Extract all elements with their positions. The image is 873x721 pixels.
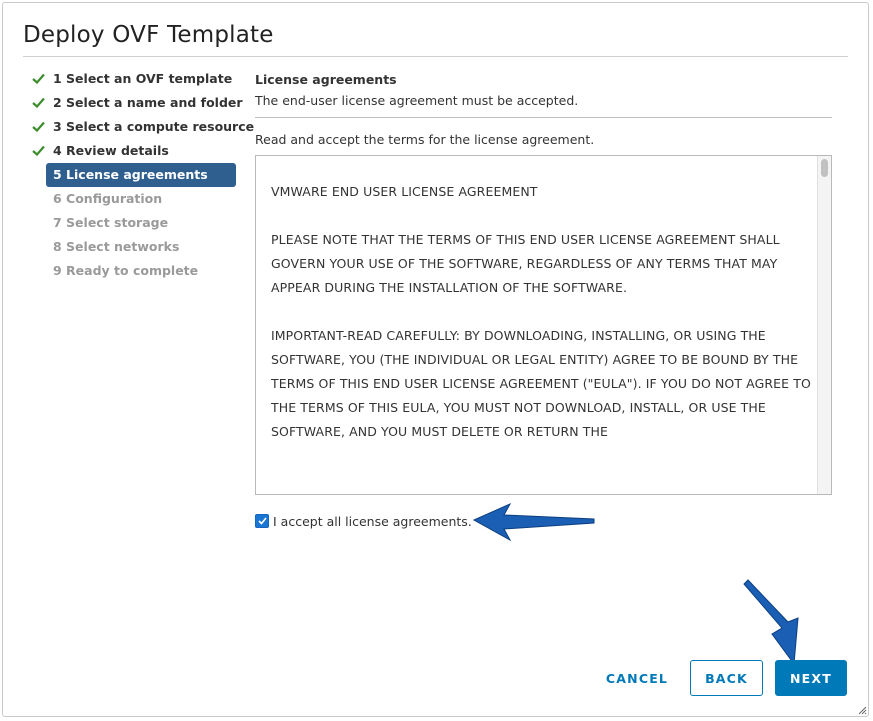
eula-paragraph: PLEASE NOTE THAT THE TERMS OF THIS END U…: [271, 232, 780, 295]
step-label: 9 Ready to complete: [53, 263, 199, 278]
step-label: 8 Select networks: [53, 239, 180, 254]
step-review-details[interactable]: 4 Review details: [30, 139, 240, 163]
instructions-text: Read and accept the terms for the licens…: [255, 132, 595, 147]
step-label: 4 Review details: [53, 143, 169, 158]
step-select-name-folder[interactable]: 2 Select a name and folder: [30, 91, 243, 115]
step-label: 7 Select storage: [53, 215, 169, 230]
step-configuration: 6 Configuration: [30, 187, 240, 211]
step-ready-to-complete: 9 Ready to complete: [30, 259, 240, 283]
resize-grip-icon[interactable]: [858, 706, 867, 715]
eula-text: VMWARE END USER LICENSE AGREEMENT PLEASE…: [271, 180, 811, 468]
annotation-arrow-icon: [472, 502, 595, 542]
step-select-ovf-template[interactable]: 1 Select an OVF template: [30, 67, 240, 91]
wizard-steps: 1 Select an OVF template 2 Select a name…: [30, 67, 254, 283]
step-label: 1 Select an OVF template: [53, 71, 233, 86]
step-label: 6 Configuration: [53, 191, 163, 206]
accept-license-checkbox[interactable]: [255, 514, 269, 528]
annotation-arrow-icon: [743, 579, 799, 666]
cancel-button[interactable]: CANCEL: [598, 660, 676, 696]
step-content: License agreements The end-user license …: [255, 70, 832, 147]
step-license-agreements[interactable]: 5 License agreements: [46, 163, 236, 187]
check-icon: [32, 73, 45, 84]
step-select-storage: 7 Select storage: [30, 211, 240, 235]
step-label: 3 Select a compute resource: [53, 119, 255, 134]
step-select-networks: 8 Select networks: [30, 235, 240, 259]
dialog-title: Deploy OVF Template: [23, 22, 274, 48]
title-divider: [23, 56, 848, 57]
scrollbar-thumb[interactable]: [821, 159, 828, 177]
eula-paragraph: VMWARE END USER LICENSE AGREEMENT: [271, 184, 538, 199]
accept-license-label: I accept all license agreements.: [273, 513, 472, 529]
check-icon: [32, 145, 45, 156]
section-subtitle: The end-user license agreement must be a…: [255, 93, 579, 108]
next-button[interactable]: NEXT: [775, 660, 847, 696]
check-icon: [32, 121, 45, 132]
section-title: License agreements: [255, 72, 397, 87]
step-label: 2 Select a name and folder: [53, 95, 243, 110]
eula-textbox[interactable]: VMWARE END USER LICENSE AGREEMENT PLEASE…: [255, 155, 832, 495]
section-divider: [255, 117, 832, 118]
check-icon: [32, 97, 45, 108]
eula-paragraph: IMPORTANT-READ CAREFULLY: BY DOWNLOADING…: [271, 328, 811, 439]
accept-license-row[interactable]: I accept all license agreements.: [255, 512, 472, 530]
back-button[interactable]: BACK: [690, 660, 763, 696]
step-label: 5 License agreements: [53, 167, 208, 182]
step-select-compute-resource[interactable]: 3 Select a compute resource: [30, 115, 254, 139]
checkmark-icon: [257, 517, 267, 525]
eula-scrollbar[interactable]: [817, 156, 831, 494]
